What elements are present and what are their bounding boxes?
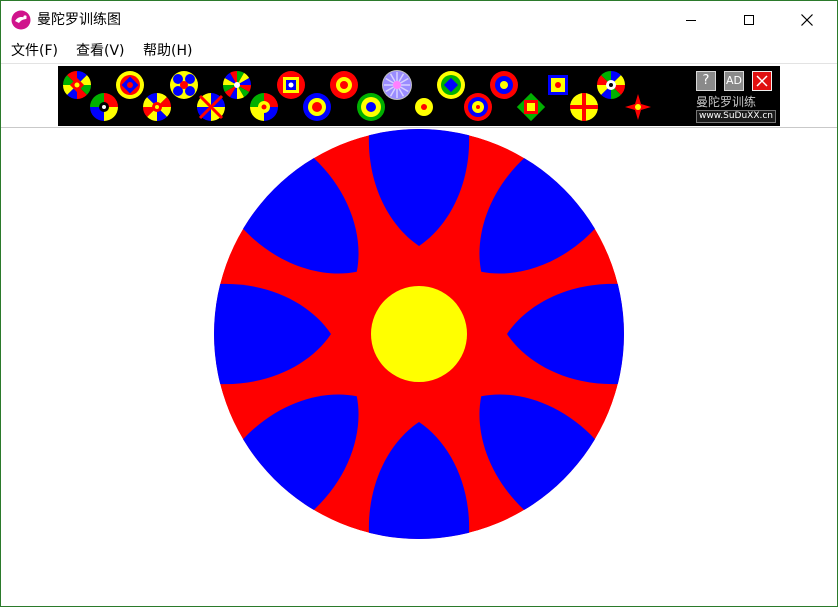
pattern-button[interactable] — [463, 92, 493, 122]
pattern-button[interactable] — [169, 70, 199, 100]
pattern-button[interactable] — [489, 70, 519, 100]
pattern-button[interactable] — [276, 70, 306, 100]
menu-view[interactable]: 查看(V) — [74, 42, 127, 60]
pattern-button[interactable] — [196, 92, 226, 122]
pattern-button[interactable] — [516, 92, 546, 122]
toolbar-area: ? AD 曼陀罗训练 www.SuDuXX.cn — [1, 64, 837, 128]
menu-bar: 文件(F) 查看(V) 帮助(H) — [1, 39, 837, 63]
pattern-button[interactable] — [436, 70, 466, 100]
pattern-button[interactable] — [596, 70, 626, 100]
pattern-button-selected[interactable] — [382, 70, 413, 100]
brand-url: www.SuDuXX.cn — [696, 110, 776, 123]
maximize-button[interactable] — [720, 1, 778, 39]
close-button[interactable] — [778, 1, 836, 39]
pattern-button[interactable] — [249, 92, 279, 122]
minimize-button[interactable] — [662, 1, 720, 39]
help-button[interactable]: ? — [696, 71, 716, 91]
help-label: ? — [702, 73, 710, 88]
mandala-canvas — [1, 128, 837, 606]
pattern-button[interactable] — [623, 92, 653, 122]
exit-button[interactable] — [752, 71, 772, 91]
exit-icon — [756, 75, 768, 87]
pattern-button[interactable] — [62, 70, 92, 100]
pattern-button[interactable] — [142, 92, 172, 122]
pattern-button[interactable] — [409, 92, 439, 122]
mandala-figure — [214, 129, 624, 539]
pattern-button[interactable] — [302, 92, 332, 122]
window-title: 曼陀罗训练图 — [37, 12, 121, 28]
brand-name: 曼陀罗训练 — [696, 95, 757, 109]
ad-button[interactable]: AD — [724, 71, 744, 91]
title-bar[interactable]: 曼陀罗训练图 — [1, 1, 837, 39]
pattern-toolbar: ? AD 曼陀罗训练 www.SuDuXX.cn — [58, 66, 780, 126]
pattern-button[interactable] — [329, 70, 359, 100]
pattern-button[interactable] — [569, 92, 599, 122]
ad-label: AD — [726, 74, 742, 87]
app-window: 曼陀罗训练图 文件(F) 查看(V) 帮助(H) ? AD 曼陀罗训练 www.… — [0, 0, 838, 607]
maximize-icon — [744, 15, 754, 25]
menu-help[interactable]: 帮助(H) — [141, 42, 194, 60]
minimize-icon — [686, 20, 696, 21]
app-logo-icon — [11, 10, 31, 30]
menu-file[interactable]: 文件(F) — [9, 42, 60, 60]
pattern-button[interactable] — [115, 70, 145, 100]
pattern-button[interactable] — [222, 70, 252, 100]
mandala-center — [371, 286, 467, 382]
close-icon — [801, 14, 813, 26]
pattern-button[interactable] — [356, 92, 386, 122]
pattern-button[interactable] — [89, 92, 119, 122]
pattern-button[interactable] — [543, 70, 573, 100]
